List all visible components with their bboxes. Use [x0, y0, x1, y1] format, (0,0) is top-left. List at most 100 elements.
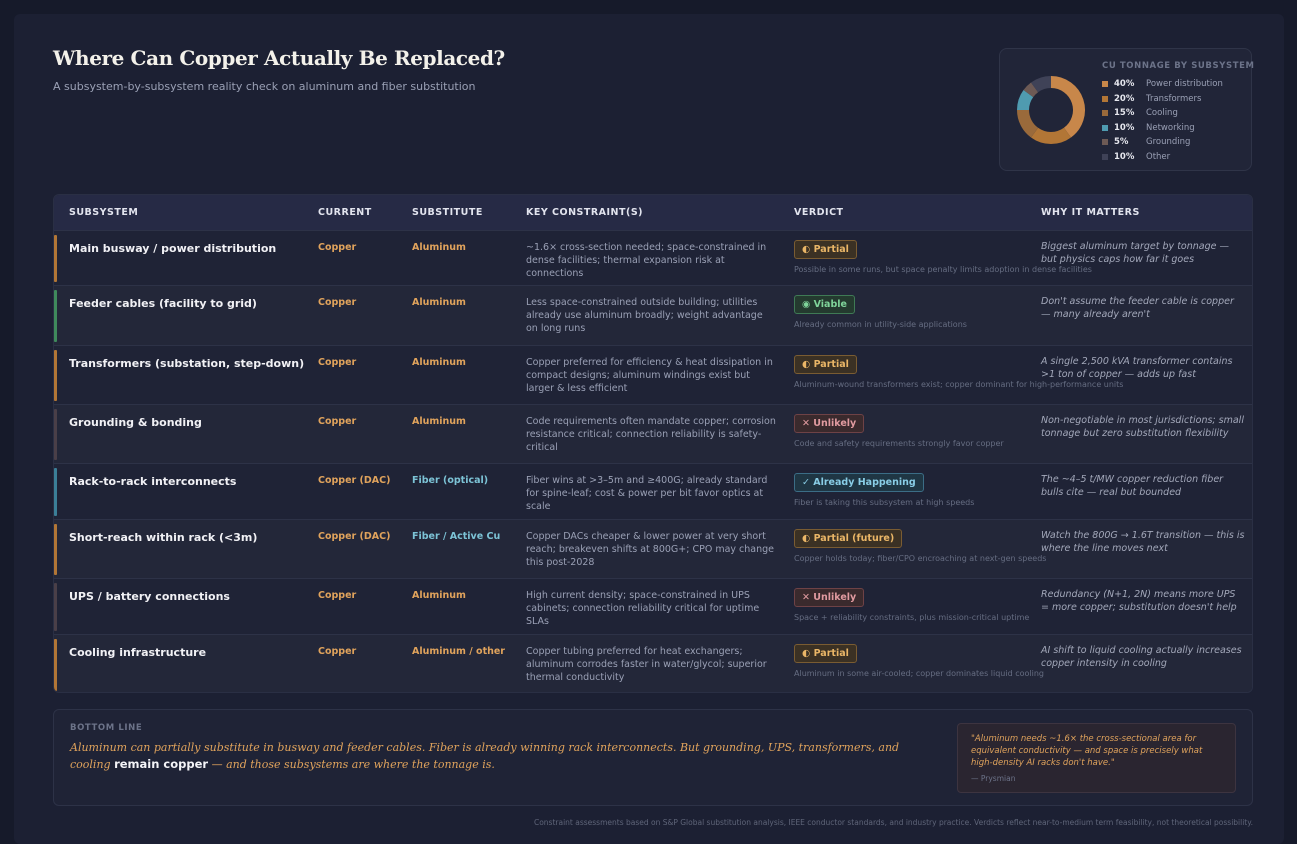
constraint-cell: High current density; space-constrained …	[526, 590, 760, 627]
constraint-cell: Less space-constrained outside building;…	[526, 297, 763, 334]
table-row: Transformers (substation, step-down) Copp…	[54, 345, 1252, 405]
bottom-line-emphasis: remain copper	[114, 757, 209, 771]
legend-label: Cooling	[1146, 108, 1178, 119]
donut-slice	[1017, 90, 1034, 111]
legend-item: 20% Transformers	[1102, 92, 1223, 107]
legend-item: 40% Power distribution	[1102, 77, 1223, 92]
current-material-cell: Copper	[318, 242, 357, 253]
verdict-badge: ✕ Unlikely	[794, 588, 865, 607]
row-accent-bar	[54, 290, 57, 342]
substitute-cell: Fiber (optical)	[412, 475, 489, 486]
legend-percent: 20%	[1114, 93, 1135, 104]
verdict-note: Copper holds today; fiber/CPO encroachin…	[794, 554, 1047, 563]
donut-slice	[1023, 82, 1039, 98]
table-row: Main busway / power distribution Copper Al…	[54, 230, 1252, 286]
why-it-matters-cell: The ~4–5 t/MW copper reduction fiber bul…	[1041, 474, 1224, 498]
substitute-cell: Aluminum / other	[412, 646, 505, 657]
tonnage-donut-card: CU TONNAGE BY SUBSYSTEM 40% Power distrib…	[999, 48, 1255, 171]
donut-slice	[1031, 76, 1052, 93]
subsystem-cell: Main busway / power distribution	[69, 242, 277, 255]
why-it-matters-cell: Redundancy (N+1, 2N) means more UPS = mo…	[1041, 589, 1237, 613]
substitute-cell: Aluminum	[412, 242, 466, 253]
donut-slice	[1031, 127, 1071, 144]
why-it-matters-cell: Non-negotiable in most jurisdictions; sm…	[1041, 415, 1244, 439]
subsystem-cell: Transformers (substation, step-down)	[69, 357, 305, 370]
header-substitute: SUBSTITUTE	[412, 207, 483, 218]
substitute-cell: Aluminum	[412, 416, 466, 427]
legend-label: Other	[1146, 151, 1171, 162]
why-it-matters-cell: AI shift to liquid cooling actually incr…	[1041, 645, 1242, 669]
why-it-matters-cell: Biggest aluminum target by tonnage — but…	[1041, 241, 1229, 265]
bottom-line-label: BOTTOM LINE	[70, 723, 143, 733]
legend-item: 10% Other	[1102, 150, 1223, 165]
row-accent-bar	[54, 524, 57, 575]
legend-percent: 5%	[1114, 137, 1129, 148]
constraint-cell: Copper DACs cheaper & lower power at ver…	[526, 531, 774, 568]
subsystem-cell: Short-reach within rack (<3m)	[69, 531, 258, 544]
legend-item: 10% Networking	[1102, 121, 1223, 136]
legend-percent: 10%	[1114, 122, 1135, 133]
subsystem-cell: Feeder cables (facility to grid)	[69, 297, 257, 310]
legend-swatch	[1102, 110, 1108, 117]
table-header: SUBSYSTEM CURRENT SUBSTITUTE KEY CONSTRA…	[54, 195, 1252, 230]
quote-card: "Aluminum needs ~1.6× the cross-sectiona…	[957, 723, 1236, 793]
verdict-badge: ◐ Partial	[794, 355, 857, 374]
legend-label: Transformers	[1146, 93, 1202, 104]
legend-swatch	[1102, 153, 1108, 160]
tonnage-donut-chart	[1017, 76, 1085, 144]
why-it-matters-cell: Watch the 800G → 1.6T transition — this …	[1041, 530, 1245, 554]
donut-legend: 40% Power distribution 20% Transformers 15% C…	[1102, 77, 1223, 164]
verdict-badge: ◐ Partial	[794, 240, 857, 259]
legend-label: Networking	[1146, 122, 1195, 133]
verdict-badge: ◐ Partial (future)	[794, 529, 903, 548]
legend-percent: 40%	[1114, 79, 1135, 90]
verdict-badge: ✕ Unlikely	[794, 414, 865, 433]
donut-slice	[1017, 109, 1039, 138]
legend-swatch	[1102, 95, 1108, 102]
row-accent-bar	[54, 350, 57, 401]
verdict-badge: ◉ Viable	[794, 295, 855, 314]
legend-label: Grounding	[1146, 137, 1191, 148]
legend-swatch	[1102, 124, 1108, 131]
substitute-cell: Aluminum	[412, 297, 466, 308]
current-material-cell: Copper (DAC)	[318, 531, 391, 542]
legend-swatch	[1102, 81, 1108, 88]
subsystem-cell: Cooling infrastructure	[69, 646, 207, 659]
verdict-note: Fiber is taking this subsystem at high s…	[794, 498, 975, 507]
legend-item: 5% Grounding	[1102, 135, 1223, 150]
legend-percent: 15%	[1114, 108, 1135, 119]
subsystem-cell: Grounding & bonding	[69, 416, 202, 429]
header-current: CURRENT	[318, 207, 372, 218]
page-title: Where Can Copper Actually Be Replaced?	[53, 46, 505, 70]
subsystem-cell: Rack-to-rack interconnects	[69, 475, 237, 488]
current-material-cell: Copper	[318, 297, 357, 308]
table-row: UPS / battery connections Copper Aluminum H…	[54, 578, 1252, 635]
substitute-cell: Fiber / Active Cu	[412, 531, 501, 542]
bottom-line-text-b: — and those subsystems are where the ton…	[208, 758, 495, 771]
header-verdict: VERDICT	[794, 207, 844, 218]
bottom-line-panel: BOTTOM LINE Aluminum can partially subst…	[53, 709, 1253, 806]
why-it-matters-cell: A single 2,500 kVA transformer contains …	[1041, 356, 1233, 380]
footnote: Constraint assessments based on S&P Glob…	[533, 818, 1253, 827]
verdict-badge: ◐ Partial	[794, 644, 857, 663]
quote-source: — Prysmian	[971, 774, 1016, 783]
current-material-cell: Copper	[318, 357, 357, 368]
quote-text: "Aluminum needs ~1.6× the cross-sectiona…	[971, 734, 1203, 768]
constraint-cell: Code requirements often mandate copper; …	[526, 416, 776, 453]
constraint-cell: Copper tubing preferred for heat exchang…	[526, 646, 767, 683]
verdict-note: Already common in utility-side applicati…	[794, 320, 967, 329]
substitute-cell: Aluminum	[412, 357, 466, 368]
row-accent-bar	[54, 235, 57, 282]
constraint-cell: Fiber wins at >3–5m and ≥400G; already s…	[526, 475, 768, 512]
constraint-cell: ~1.6× cross-section needed; space-constr…	[526, 242, 767, 279]
bottom-line-text: Aluminum can partially substitute in bus…	[70, 740, 930, 773]
legend-swatch	[1102, 139, 1108, 146]
legend-percent: 10%	[1114, 151, 1135, 162]
substitution-table: SUBSYSTEM CURRENT SUBSTITUTE KEY CONSTRA…	[53, 194, 1253, 693]
verdict-note: Code and safety requirements strongly fa…	[794, 439, 1004, 448]
legend-item: 15% Cooling	[1102, 106, 1223, 121]
table-row: Feeder cables (facility to grid) Copper Al…	[54, 285, 1252, 346]
substitute-cell: Aluminum	[412, 590, 466, 601]
table-row: Rack-to-rack interconnects Copper (DAC) Fi…	[54, 463, 1252, 520]
donut-title: CU TONNAGE BY SUBSYSTEM	[1102, 61, 1255, 71]
